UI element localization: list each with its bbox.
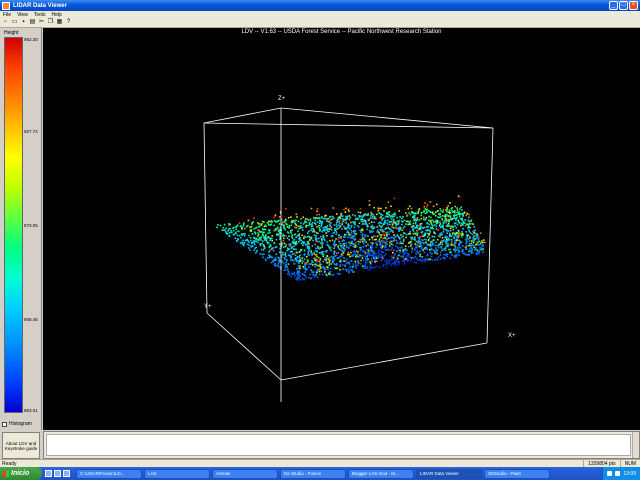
app-window: LIDAR Data Viewer _ □ × File View Tools …: [0, 0, 640, 467]
browser-icon[interactable]: [54, 470, 61, 477]
menu-tools[interactable]: Tools: [31, 12, 49, 18]
quick-launch: [45, 470, 70, 477]
histogram-label: Histogram: [9, 421, 32, 427]
axis-x-label: X+: [508, 333, 516, 339]
cut-icon[interactable]: ✂: [38, 19, 45, 26]
task-button[interactable]: C:\LIDAR\Fusion\LD...: [76, 468, 142, 479]
system-tray: 13:09: [602, 467, 640, 480]
point-cloud-scene[interactable]: [43, 28, 640, 430]
legend-tick: 927.74: [24, 129, 38, 134]
color-gradient: [4, 37, 23, 413]
task-button-active[interactable]: LIDAR Data Viewer: [416, 468, 482, 479]
legend-header: Height: [4, 30, 19, 36]
task-button[interactable]: De Studio - Fusion: [280, 468, 346, 479]
taskbar: Inicio C:\LIDAR\Fusion\LD... LAS Arenas …: [0, 467, 640, 480]
menu-view[interactable]: View: [14, 12, 31, 18]
about-button[interactable]: About LDV and Keystroke guide: [2, 432, 40, 459]
histogram-checkbox[interactable]: [2, 421, 7, 427]
volume-icon[interactable]: [615, 471, 621, 476]
task-button[interactable]: 3DStudio - Paint: [484, 468, 550, 479]
status-text: Ready: [2, 460, 17, 467]
legend-tick-min: 863.01: [24, 408, 38, 413]
copy-icon[interactable]: ❐: [47, 19, 54, 26]
clock: 13:09: [623, 470, 636, 477]
menu-bar: File View Tools Help: [0, 11, 640, 18]
info-panel: [43, 431, 640, 459]
legend-tick-max: 982.30: [24, 37, 38, 42]
desktop-icon[interactable]: [45, 470, 52, 477]
task-button[interactable]: Blogger LAS mod - M...: [348, 468, 414, 479]
view-title: LDV -- V1.63 -- USDA Forest Service -- P…: [241, 29, 442, 35]
task-button[interactable]: LAS: [144, 468, 210, 479]
save-icon[interactable]: ▪: [20, 19, 27, 26]
height-legend: Height 982.30 927.74 873.05 868.45 863.0…: [0, 28, 42, 430]
status-bar: Ready 1339804 pts NUM: [0, 459, 640, 467]
window-title: LIDAR Data Viewer: [13, 2, 67, 9]
help-icon[interactable]: ?: [65, 19, 72, 26]
info-text-area[interactable]: [46, 434, 631, 456]
open-folder-icon[interactable]: ▭: [11, 19, 18, 26]
network-icon[interactable]: [607, 471, 613, 476]
info-scrollbar[interactable]: [632, 432, 639, 458]
histogram-toggle[interactable]: Histogram: [2, 421, 32, 427]
toolbar: ▫ ▭ ▪ ▤ ✂ ❐ ▦ ?: [0, 18, 640, 28]
color-bar: 982.30 927.74 873.05 868.45 863.01: [4, 37, 38, 441]
legend-tick: 873.05: [24, 223, 38, 228]
close-button[interactable]: ×: [629, 1, 638, 10]
windows-flag-icon: [3, 470, 9, 477]
start-button[interactable]: Inicio: [0, 467, 42, 480]
3d-viewport[interactable]: LDV -- V1.63 -- USDA Forest Service -- P…: [43, 28, 640, 430]
media-icon[interactable]: [63, 470, 70, 477]
app-icon: [2, 1, 10, 10]
point-count: 1339804 pts: [583, 460, 620, 467]
menu-help[interactable]: Help: [49, 12, 65, 18]
maximize-button[interactable]: □: [619, 1, 628, 10]
menu-file[interactable]: File: [0, 12, 14, 18]
task-button[interactable]: Arenas: [212, 468, 278, 479]
title-bar[interactable]: LIDAR Data Viewer _ □ ×: [0, 0, 640, 11]
new-file-icon[interactable]: ▫: [2, 19, 9, 26]
task-list: C:\LIDAR\Fusion\LD... LAS Arenas De Stud…: [76, 468, 550, 479]
point-cloud: [216, 195, 486, 281]
start-label: Inicio: [11, 470, 30, 477]
axis-z-label: Z+: [278, 96, 286, 102]
minimize-button[interactable]: _: [609, 1, 618, 10]
axis-y-label: Y+: [204, 304, 212, 310]
print-icon[interactable]: ▤: [29, 19, 36, 26]
num-lock-indicator: NUM: [619, 460, 640, 467]
paste-icon[interactable]: ▦: [56, 19, 63, 26]
legend-tick: 868.45: [24, 317, 38, 322]
